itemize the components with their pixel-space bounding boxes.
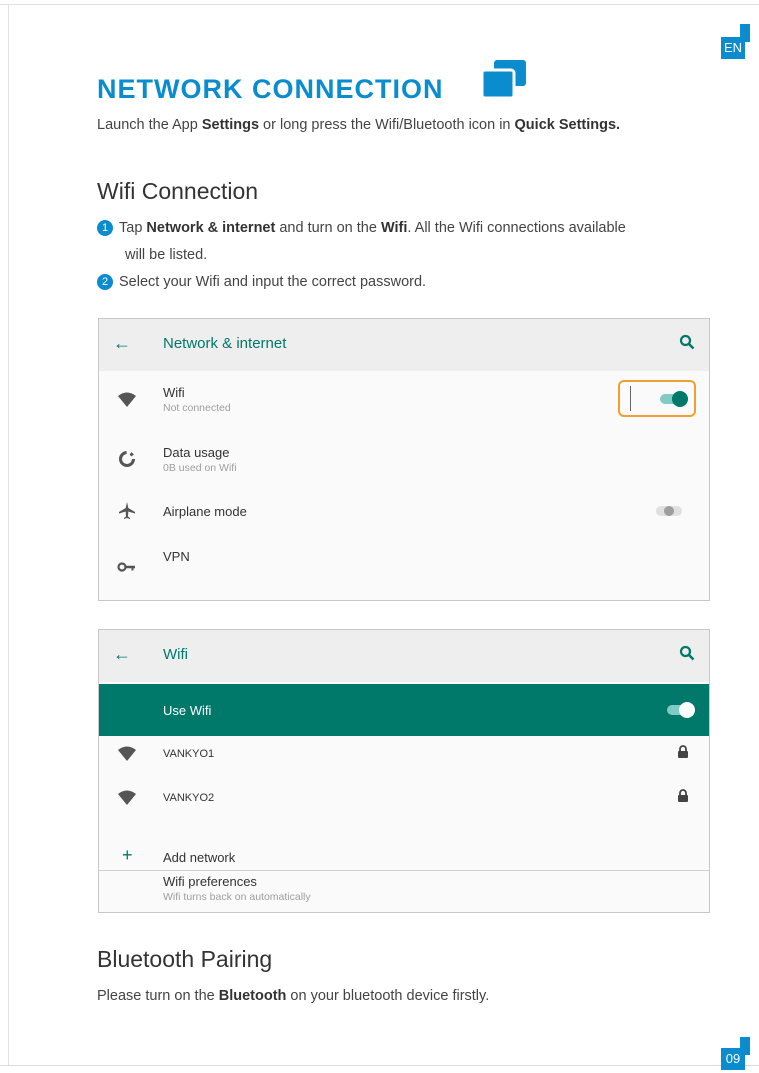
vpn-label: VPN	[163, 549, 190, 564]
wifi-toggle[interactable]	[658, 391, 690, 407]
lock-icon	[678, 745, 688, 758]
data-usage-sub: 0B used on Wifi	[163, 462, 237, 474]
language-badge: EN	[721, 37, 745, 59]
wifi-icon	[118, 790, 136, 805]
use-wifi-row[interactable]: Use Wifi	[99, 684, 709, 736]
wifi-status: Not connected	[163, 402, 231, 414]
data-usage-label: Data usage	[163, 445, 230, 460]
wifi-icon	[118, 746, 136, 761]
search-icon[interactable]	[679, 645, 695, 661]
highlight-box	[618, 380, 696, 417]
step-2: 2 Select your Wifi and input the correct …	[97, 274, 426, 290]
airplane-mode-row[interactable]: Airplane mode	[99, 497, 709, 527]
bottom-border	[0, 1065, 759, 1066]
screen-title: Wifi	[163, 646, 188, 663]
bluetooth-text: Please turn on the Bluetooth on your blu…	[97, 988, 490, 1004]
network-item[interactable]: VANKYO2	[99, 782, 709, 822]
network-item[interactable]: VANKYO1	[99, 738, 709, 778]
vpn-row[interactable]: VPN	[99, 547, 709, 583]
wifi-row[interactable]: Wifi Not connected	[99, 379, 709, 429]
search-icon[interactable]	[679, 334, 695, 350]
data-usage-row[interactable]: Data usage 0B used on Wifi	[99, 437, 709, 483]
lock-icon	[678, 789, 688, 802]
back-arrow-icon[interactable]: ←	[113, 333, 131, 354]
wifi-section-heading: Wifi Connection	[97, 178, 259, 204]
wifi-preferences-row[interactable]: Wifi preferences Wifi turns back on auto…	[99, 872, 709, 910]
data-usage-icon	[119, 451, 135, 467]
wifi-icon	[118, 392, 136, 407]
use-wifi-label: Use Wifi	[163, 703, 212, 718]
wifi-label: Wifi	[163, 385, 185, 400]
windows-icon	[480, 60, 526, 100]
left-border	[8, 4, 9, 1066]
step-1-line-2: will be listed.	[125, 247, 208, 263]
network-name: VANKYO2	[163, 792, 215, 804]
intro-text: Launch the App Settings or long press th…	[97, 117, 621, 133]
airplane-mode-label: Airplane mode	[163, 504, 247, 519]
back-arrow-icon[interactable]: ←	[113, 644, 131, 665]
divider	[99, 870, 709, 871]
add-network-label: Add network	[163, 850, 236, 865]
network-settings-screen: ← Network & internet Wifi Not connected …	[98, 318, 710, 601]
bluetooth-section-heading: Bluetooth Pairing	[97, 946, 273, 972]
cursor-line	[630, 386, 631, 411]
wifi-settings-screen: ← Wifi Use Wifi VANKYO1 VANKYO2 + Add ne…	[98, 629, 710, 913]
screen-title: Network & internet	[163, 335, 287, 352]
top-border	[0, 4, 759, 5]
page-title: NETWORK CONNECTION	[97, 74, 444, 104]
step-2-number: 2	[97, 274, 113, 290]
add-network-row[interactable]: + Add network	[99, 844, 709, 870]
step-1: 1 Tap Network & internet and turn on the …	[97, 220, 626, 236]
airplane-icon	[119, 502, 135, 519]
airplane-toggle[interactable]	[654, 503, 686, 519]
app-bar: ← Wifi	[99, 630, 709, 682]
page-number: 09	[721, 1048, 745, 1070]
wifi-preferences-label: Wifi preferences	[163, 874, 257, 889]
step-1-number: 1	[97, 220, 113, 236]
key-icon	[117, 562, 135, 572]
network-name: VANKYO1	[163, 748, 215, 760]
app-bar: ← Network & internet	[99, 319, 709, 371]
use-wifi-toggle[interactable]	[665, 702, 697, 718]
plus-icon: +	[122, 845, 133, 865]
wifi-preferences-sub: Wifi turns back on automatically	[163, 891, 311, 903]
